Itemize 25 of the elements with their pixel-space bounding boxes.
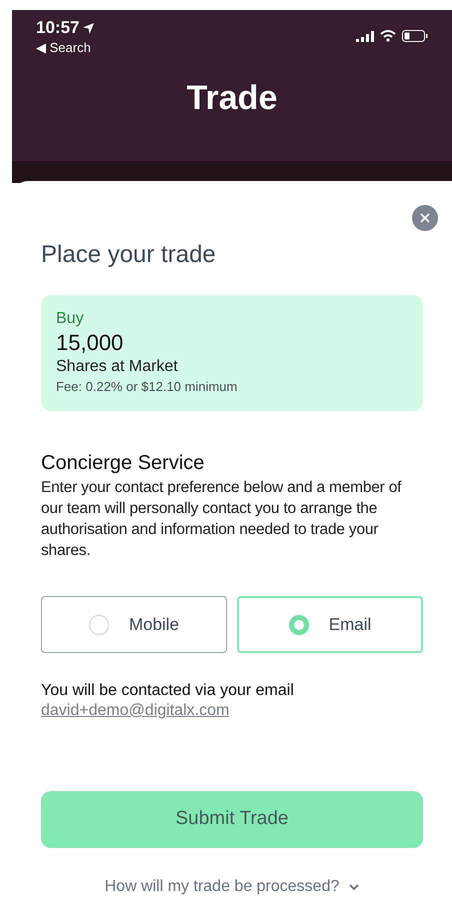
chevron-down-icon — [349, 884, 360, 890]
wifi-icon — [380, 30, 396, 42]
location-arrow-icon — [83, 22, 94, 34]
fee-text: Fee: 0.22% or $12.10 minimum — [56, 378, 238, 396]
signal-icon — [356, 30, 374, 42]
section-heading: Concierge Service — [41, 451, 206, 475]
contact-option[interactable]: Email — [237, 596, 423, 653]
back-link[interactable]: ◀ Search — [36, 40, 94, 56]
radio-icon — [288, 614, 309, 634]
email-link[interactable]: david+demo@digitalx.com — [41, 701, 230, 721]
radio-icon — [88, 614, 109, 634]
close-button[interactable] — [412, 205, 438, 231]
submit-button[interactable]: Submit Trade — [41, 791, 423, 848]
status-time: 10:57 — [36, 18, 80, 38]
help-link[interactable]: How will my trade be processed? — [104, 875, 340, 899]
sheet-title: Place your trade — [41, 241, 217, 269]
battery-icon — [402, 30, 428, 42]
contact-option[interactable]: Mobile — [41, 596, 227, 653]
order-side: Buy — [56, 309, 84, 329]
share-quantity: 15,000 — [56, 329, 124, 357]
close-icon — [420, 213, 430, 223]
order-type: Shares at Market — [56, 357, 178, 377]
page-title: Trade — [186, 78, 278, 118]
concierge-description: Enter your contact preference below and a member of our team will personally contact you to arrange the authorisation and information needed to trade your shares. — [41, 478, 402, 561]
contact-note: You will be contacted via your email — [41, 681, 295, 701]
